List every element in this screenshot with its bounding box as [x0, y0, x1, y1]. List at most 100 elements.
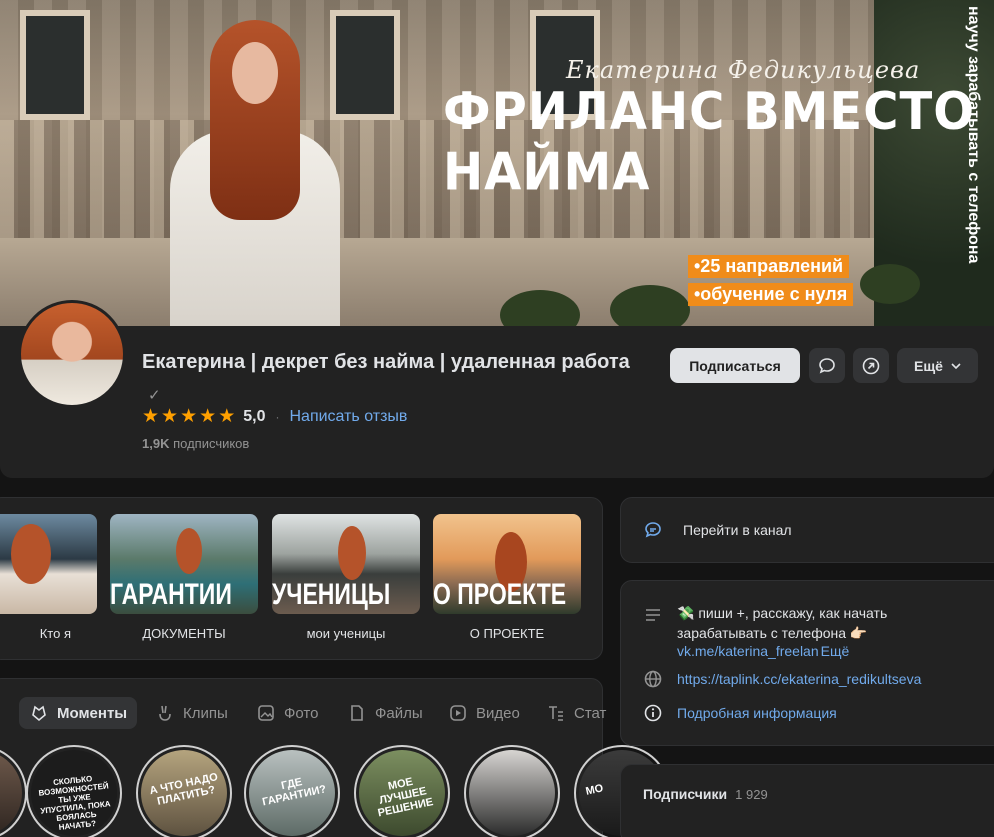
profile-name-text: Екатерина | декрет без найма | удаленная… — [142, 351, 630, 373]
files-icon — [351, 705, 363, 721]
cover-base — [0, 238, 994, 326]
site-link[interactable]: https://taplink.cc/ekaterina_redikultsev… — [677, 671, 921, 687]
subscribers-label: подписчиков — [173, 436, 250, 451]
media-tabs-card: Моменты Клипы Фото Файлы Видео Стат СКОЛ… — [0, 678, 670, 837]
chevron-down-icon — [951, 362, 961, 369]
tab-moments[interactable]: Моменты — [19, 697, 138, 729]
rating-value: 5,0 — [243, 408, 266, 425]
cover-side-text: научу зарабатывать с телефона — [960, 6, 984, 306]
tab-label: Фото — [284, 704, 319, 722]
avatar[interactable] — [18, 300, 126, 408]
moment-text: А ЧТО НАДО ПЛАТИТЬ? — [148, 771, 219, 808]
moment-item[interactable]: ГДЕ ГАРАНТИИ? — [244, 745, 340, 837]
tab-video[interactable]: Видео — [438, 697, 530, 729]
tab-label: Клипы — [183, 704, 228, 722]
star-icon: ★ — [199, 406, 217, 427]
status-link[interactable]: vk.me/katerina_freelan — [677, 643, 819, 659]
album-label[interactable]: Кто я — [0, 626, 97, 641]
more-button[interactable]: Ещё — [897, 348, 978, 383]
moment-item[interactable]: СКОЛЬКО ВОЗМОЖНОСТЕЙ ТЫ УЖЕ УПУСТИЛА, ПО… — [26, 745, 122, 837]
tab-label: Стат — [574, 704, 607, 722]
verified-icon: ✓ — [148, 386, 161, 404]
status-block: 💸 пиши +, расскажу, как начать зарабатыв… — [677, 603, 922, 659]
moment-text: СКОЛЬКО ВОЗМОЖНОСТЕЙ ТЫ УЖЕ УПУСТИЛА, ПО… — [38, 774, 111, 832]
site-row: https://taplink.cc/ekaterina_redikultsev… — [643, 669, 921, 689]
separator-dot: · — [275, 410, 280, 424]
cover-tag: •обучение с нуля — [688, 283, 854, 306]
tab-photo[interactable]: Фото — [246, 697, 328, 729]
album-cover[interactable]: ГАРАНТИИ — [110, 514, 258, 614]
moment-image: МОЕ ЛУЧШЕЕ РЕШЕНИЕ — [359, 750, 445, 836]
moment-item[interactable]: А ЧТО НАДО ПЛАТИТЬ? — [136, 745, 232, 837]
channel-icon — [645, 522, 661, 538]
photo-icon — [258, 705, 274, 721]
tab-label: Видео — [476, 704, 520, 722]
moment-item[interactable] — [464, 745, 560, 837]
write-review-link[interactable]: Написать отзыв — [289, 408, 407, 426]
moment-item[interactable] — [0, 745, 27, 837]
album-caption: ГАРАНТИИ — [110, 576, 232, 611]
cover-tag: •25 направлений — [688, 255, 850, 278]
info-card: 💸 пиши +, расскажу, как начать зарабатыв… — [620, 580, 994, 746]
album-cover[interactable] — [0, 514, 97, 614]
moments-icon — [32, 705, 46, 722]
star-icon: ★ — [218, 406, 236, 427]
subscribers-title: Подписчики — [643, 786, 728, 802]
tab-files[interactable]: Файлы — [337, 697, 433, 729]
album-hair — [11, 524, 51, 584]
album-cover[interactable]: УЧЕНИЦЫ — [272, 514, 420, 614]
album-label[interactable]: ДОКУМЕНТЫ — [110, 626, 258, 641]
status-more-link[interactable]: Ещё — [821, 643, 850, 659]
channel-card[interactable]: Перейти в канал — [620, 497, 994, 563]
album-caption: УЧЕНИЦЫ — [272, 576, 391, 611]
album-hair — [176, 528, 202, 574]
album-caption: О ПРОЕКТЕ — [433, 576, 567, 611]
cover-bush — [860, 264, 920, 304]
album-label[interactable]: мои ученицы — [272, 626, 420, 641]
tab-label: Моменты — [57, 704, 128, 722]
moment-item[interactable]: МОЕ ЛУЧШЕЕ РЕШЕНИЕ — [354, 745, 450, 837]
cover-portrait — [170, 20, 340, 326]
moment-image — [0, 750, 22, 836]
cover-side-label: научу зарабатывать с телефона — [965, 6, 982, 264]
tab-label: Файлы — [375, 704, 423, 722]
subscribers-card[interactable]: Подписчики 1 929 — [620, 764, 994, 837]
profile-name: Екатерина | декрет без найма | удаленная… — [142, 349, 642, 404]
info-icon — [644, 704, 662, 722]
cover-window — [20, 10, 90, 120]
subscribe-button[interactable]: Подписаться — [670, 348, 800, 383]
cover-window — [330, 10, 400, 120]
album-label[interactable]: О ПРОЕКТЕ — [433, 626, 581, 641]
text-icon — [549, 706, 563, 721]
moment-image — [469, 750, 555, 836]
channel-label: Перейти в канал — [683, 522, 792, 538]
share-button[interactable] — [853, 348, 889, 383]
channel-row[interactable]: Перейти в канал — [643, 520, 792, 540]
vk-profile-page: Екатерина Федикульцева ФРИЛАНС ВМЕСТО НА… — [0, 0, 994, 837]
cover-author: Екатерина Федикульцева — [566, 56, 921, 84]
cover-title: ФРИЛАНС ВМЕСТО НАЙМА — [443, 81, 975, 203]
subscribers-header[interactable]: Подписчики 1 929 — [643, 786, 768, 802]
clips-icon — [159, 705, 171, 721]
moment-text: ГДЕ ГАРАНТИИ? — [261, 776, 328, 809]
menu-icon — [646, 609, 660, 621]
album-hair — [338, 526, 366, 580]
star-icon: ★ — [161, 406, 179, 427]
moment-image: СКОЛЬКО ВОЗМОЖНОСТЕЙ ТЫ УЖЕ УПУСТИЛА, ПО… — [31, 750, 117, 836]
message-icon — [819, 357, 835, 373]
more-button-label: Ещё — [914, 357, 943, 374]
message-button[interactable] — [809, 348, 845, 383]
tab-clips[interactable]: Клипы — [145, 697, 238, 729]
share-icon — [862, 357, 880, 374]
moment-text: МОЕ ЛУЧШЕЕ РЕШЕНИЕ — [376, 775, 435, 820]
moment-image: ГДЕ ГАРАНТИИ? — [249, 750, 335, 836]
globe-icon — [644, 670, 662, 688]
moment-image: А ЧТО НАДО ПЛАТИТЬ? — [141, 750, 227, 836]
subscribers-count[interactable]: 1,9K подписчиков — [142, 436, 249, 451]
details-link[interactable]: Подробная информация — [677, 705, 837, 721]
star-icon: ★ — [142, 406, 160, 427]
tab-text[interactable]: Стат — [536, 697, 616, 729]
status-row: 💸 пиши +, расскажу, как начать зарабатыв… — [643, 603, 922, 659]
album-cover[interactable]: О ПРОЕКТЕ — [433, 514, 581, 614]
albums-card: Кто я ГАРАНТИИ ДОКУМЕНТЫ УЧЕНИЦЫ мои уче… — [0, 497, 603, 660]
